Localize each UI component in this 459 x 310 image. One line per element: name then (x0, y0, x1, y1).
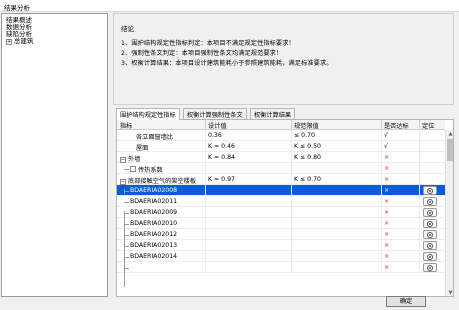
header-design-value: 设计值 (208, 123, 227, 130)
table-row[interactable]: BDAERIA02008 × (117, 185, 445, 196)
locate-button[interactable] (423, 197, 437, 206)
indicator-label: BDAERIA02010 (130, 220, 178, 227)
scroll-up-icon[interactable]: ▲ (446, 130, 453, 138)
table-row[interactable]: BDAERIA02013 × (117, 240, 445, 251)
node-icon (130, 166, 136, 172)
locate-button[interactable] (423, 263, 437, 272)
indicator-label: 传热系数 (138, 167, 163, 174)
limit-value: ≤ 0.70 (294, 132, 315, 139)
locate-button[interactable] (423, 230, 437, 239)
conclusion-line-3: 3、权衡计算结果：本项目设计建筑能耗小于参照建筑能耗，满足标准要求。 (121, 60, 333, 67)
tab-trade-off-results[interactable]: 权衡计算结果 (250, 108, 296, 119)
indicator-label: BDAERIA02009 (130, 209, 178, 216)
tab-envelope-indicators[interactable]: 围护结构规定性指标 (116, 108, 180, 120)
conclusion-line-2: 2、强制性条文判定：本项目强制性条文均满足规范要求！ (121, 50, 283, 57)
scroll-down-icon[interactable]: ▼ (446, 289, 453, 296)
tab-mandatory-provisions[interactable]: 权衡计算强制性条文 (183, 108, 247, 119)
locate-button[interactable] (423, 186, 437, 195)
design-value: 0.36 (208, 132, 222, 139)
indicator-label: 底部接触空气的架空楼板 (128, 178, 197, 185)
limit-value: K ≤ 0.70 (294, 176, 321, 183)
pass-mark: × (384, 198, 390, 205)
indicator-table: 指标 设计值 规范限值 是否达标 定位 各立面窗墙比 0.36 ≤ 0.70 √ 屋面 K… (116, 119, 454, 297)
conclusion-line-1: 1、围护结构规定性指标判定：本项目不满足规定性指标要求！ (121, 40, 295, 47)
pass-mark: × (384, 264, 390, 271)
tree-item-building[interactable]: + 总建筑 (6, 37, 34, 45)
table-row[interactable]: BDAERIA02012 × (117, 229, 445, 240)
indicator-label: 屋面 (136, 145, 149, 152)
table-row[interactable]: BDAERIA02010 × (117, 218, 445, 229)
locate-button[interactable] (423, 208, 437, 217)
limit-value: K ≤ 0.50 (294, 143, 321, 150)
table-row[interactable]: × (117, 262, 445, 273)
design-value: K = 0.97 (208, 176, 235, 183)
conclusion-title: 结论 (121, 25, 134, 33)
header-locate: 定位 (422, 123, 435, 130)
table-row[interactable]: BDAERIA02014 × (117, 251, 445, 262)
header-pass: 是否达标 (384, 123, 409, 130)
pass-mark: × (384, 209, 390, 216)
table-row[interactable]: 传热系数 × (117, 163, 445, 174)
pass-mark: × (384, 176, 390, 183)
locate-button[interactable] (423, 219, 437, 228)
table-header: 指标 设计值 规范限值 是否达标 定位 (117, 120, 445, 130)
table-row[interactable]: BDAERIA02011 × (117, 196, 445, 207)
indicator-label: BDAERIA02012 (130, 231, 178, 238)
indicator-label: 外墙 (128, 156, 141, 163)
pass-mark: × (384, 231, 390, 238)
indicator-label: BDAERIA02013 (130, 242, 178, 249)
pass-mark: √ (384, 143, 388, 150)
limit-value: K ≤ 0.80 (294, 154, 321, 161)
indicator-label: BDAERIA02011 (130, 198, 178, 205)
tree-item-building-label: 总建筑 (14, 37, 34, 45)
design-value: K = 0.84 (208, 154, 235, 161)
pass-mark: × (384, 220, 390, 227)
header-limit: 规范限值 (294, 123, 319, 130)
table-row[interactable]: − 外墙 K = 0.84 K ≤ 0.80 × (117, 152, 445, 163)
pass-mark: × (384, 165, 390, 172)
indicator-label: BDAERIA02014 (130, 253, 178, 260)
header-indicator: 指标 (120, 123, 133, 130)
pass-mark: × (384, 154, 390, 161)
pass-mark: × (384, 187, 390, 194)
result-panel: 结论 1、围护结构规定性指标判定：本项目不满足规定性指标要求！ 2、强制性条文判… (113, 13, 455, 297)
vertical-scrollbar[interactable]: ▲ ▼ (445, 130, 453, 296)
design-value: K = 0.46 (208, 143, 235, 150)
conclusion-box: 结论 1、围护结构规定性指标判定：本项目不满足规定性指标要求！ 2、强制性条文判… (113, 13, 454, 105)
table-row[interactable]: − 底部接触空气的架空楼板 K = 0.97 K ≤ 0.70 × (117, 174, 445, 185)
locate-button[interactable] (423, 241, 437, 250)
navigation-tree: 结果概述 数据分析 缺陷分析 + 总建筑 (1, 13, 108, 297)
indicator-label: BDAERIA02008 (130, 187, 178, 194)
table-row[interactable]: 各立面窗墙比 0.36 ≤ 0.70 √ (117, 130, 445, 141)
pass-mark: √ (384, 132, 388, 139)
pass-mark: × (384, 242, 390, 249)
locate-button[interactable] (423, 252, 437, 261)
table-row[interactable]: BDAERIA02009 × (117, 207, 445, 218)
expand-icon[interactable]: + (6, 39, 12, 45)
pass-mark: × (384, 253, 390, 260)
scroll-thumb[interactable] (447, 139, 453, 161)
confirm-button[interactable]: 确定 (386, 296, 426, 307)
indicator-label: 各立面窗墙比 (136, 134, 174, 141)
window-title: 结果分析 (4, 4, 30, 12)
table-row[interactable]: 屋面 K = 0.46 K ≤ 0.50 √ (117, 141, 445, 152)
title-bar: 结果分析 (0, 0, 459, 12)
